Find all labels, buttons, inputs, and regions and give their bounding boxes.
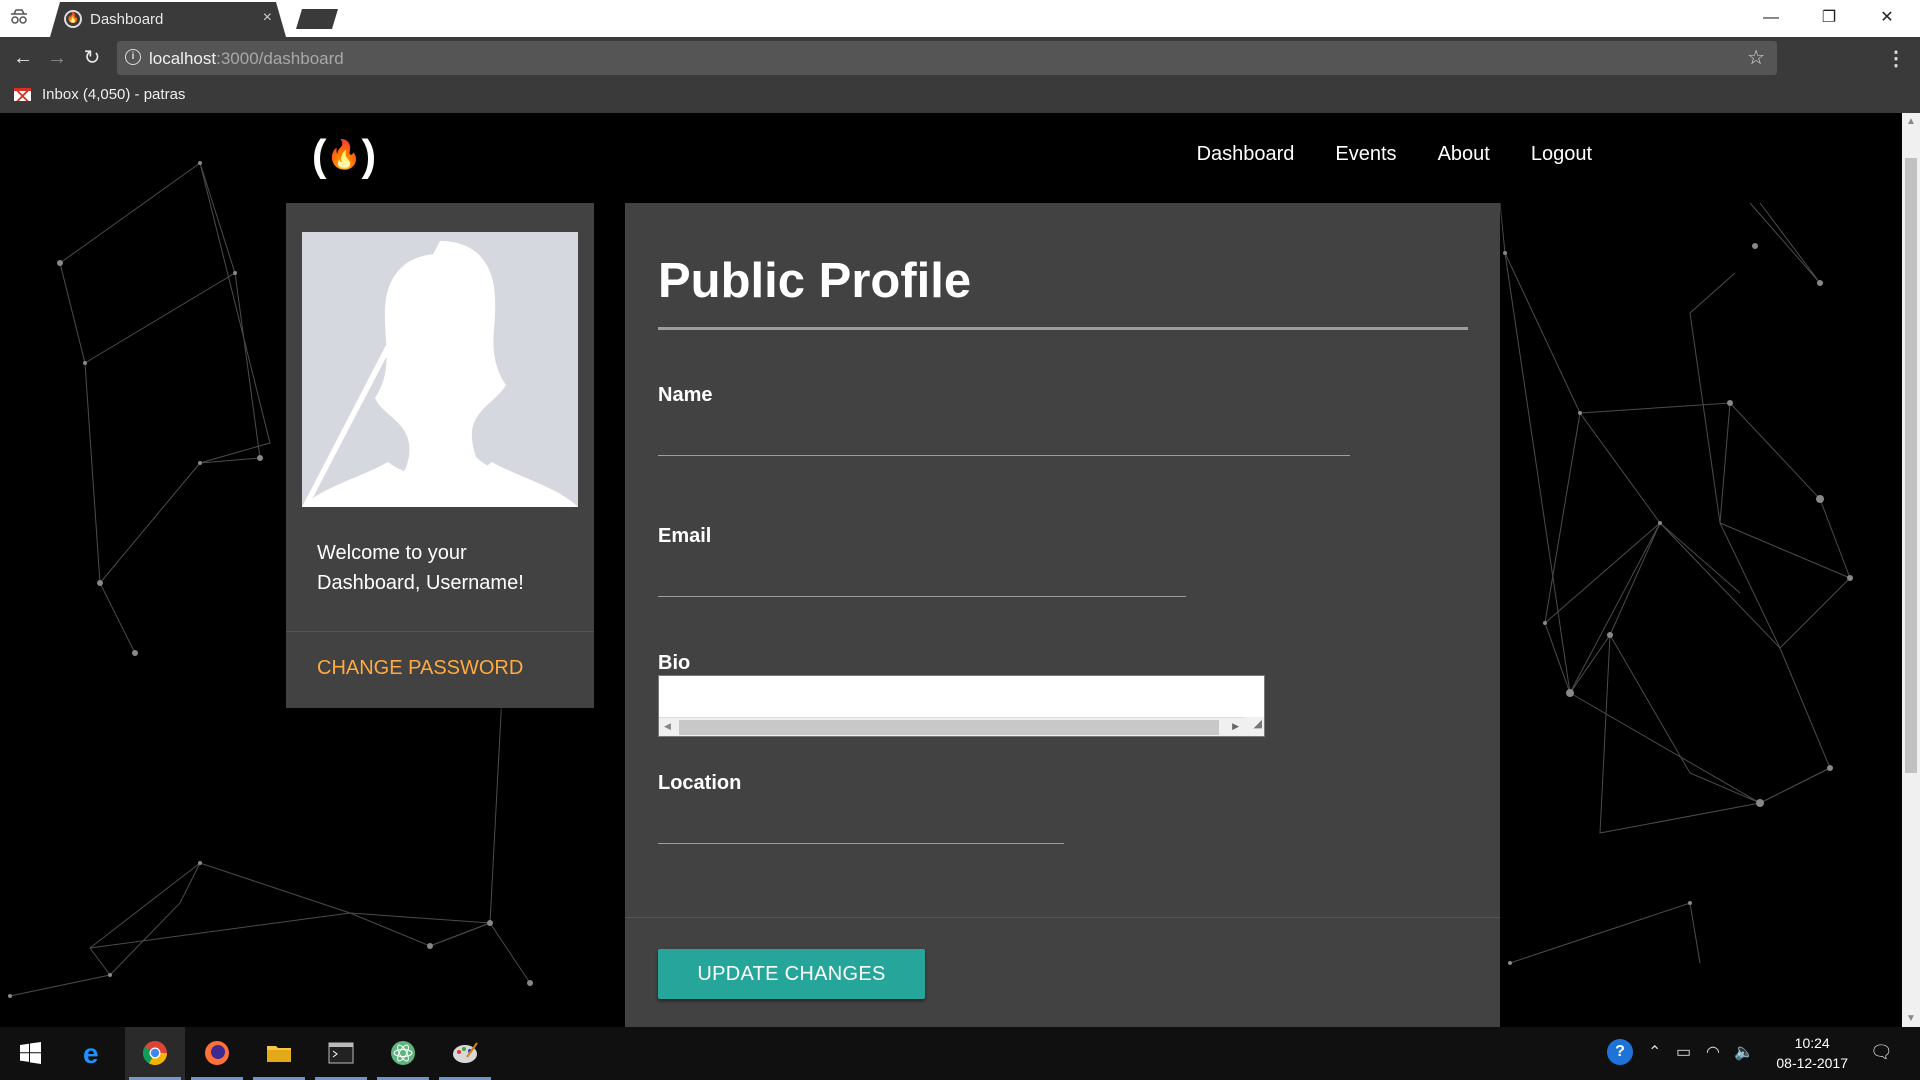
page-scroll-thumb[interactable] — [1905, 158, 1917, 773]
bio-horizontal-scrollbar[interactable]: ◀ ▶ — [659, 717, 1244, 736]
scroll-right-icon[interactable]: ▶ — [1232, 721, 1239, 732]
email-field[interactable] — [658, 561, 1186, 597]
welcome-message: Welcome to your Dashboard, Username! — [317, 542, 524, 594]
page-scrollbar[interactable]: ▲ ▼ — [1902, 113, 1920, 1027]
chevron-up-icon[interactable]: ⌃ — [1648, 1042, 1661, 1062]
close-window-button[interactable]: ✕ — [1864, 4, 1910, 32]
notifications-icon[interactable]: 🗨 — [1870, 1042, 1893, 1063]
svg-text:e: e — [83, 1039, 99, 1067]
atom-icon — [391, 1041, 415, 1065]
clock-time: 10:24 — [1794, 1035, 1830, 1051]
help-icon[interactable]: ? — [1607, 1039, 1633, 1065]
tab-close-icon[interactable]: × — [263, 9, 272, 27]
site-info-icon[interactable]: i — [125, 49, 141, 65]
avatar — [302, 232, 578, 507]
fcc-favicon-icon: 🔥 — [64, 10, 82, 28]
nav-logout[interactable]: Logout — [1531, 143, 1592, 166]
scroll-down-icon[interactable]: ▼ — [1906, 1013, 1916, 1024]
change-password-link[interactable]: CHANGE PASSWORD — [317, 657, 523, 680]
tab-title: Dashboard — [90, 11, 164, 28]
browser-toolbar: ← → ↻ i localhost:3000/dashboard ☆ ⋮ — [0, 37, 1920, 79]
paint-icon — [453, 1042, 478, 1063]
taskbar-paint[interactable] — [435, 1027, 495, 1080]
firefox-icon — [205, 1041, 229, 1065]
browser-menu-icon[interactable]: ⋮ — [1886, 46, 1906, 71]
clock-date: 08-12-2017 — [1776, 1055, 1848, 1071]
bio-label: Bio — [658, 652, 691, 674]
nav-dashboard[interactable]: Dashboard — [1197, 143, 1295, 166]
gmail-icon[interactable] — [14, 88, 31, 101]
name-label: Name — [658, 384, 713, 406]
taskbar-terminal[interactable] — [311, 1027, 371, 1080]
page-title: Public Profile — [658, 254, 972, 308]
clock[interactable]: 10:24 08-12-2017 — [1776, 1033, 1848, 1073]
new-tab-button[interactable] — [296, 9, 338, 29]
windows-icon — [20, 1042, 41, 1064]
update-changes-button[interactable]: UPDATE CHANGES — [658, 949, 925, 999]
profile-side-card: Welcome to your Dashboard, Username! CHA… — [286, 203, 594, 708]
browser-tab-dashboard[interactable]: 🔥 Dashboard × — [50, 2, 286, 37]
minimize-button[interactable]: — — [1748, 4, 1794, 32]
address-bar[interactable]: i localhost:3000/dashboard ☆ — [117, 41, 1777, 75]
back-icon[interactable]: ← — [10, 45, 36, 71]
volume-icon[interactable]: 🔈 — [1734, 1042, 1754, 1062]
main-nav: Dashboard Events About Logout — [1156, 143, 1592, 166]
flame-icon: 🔥 — [326, 139, 362, 170]
location-label: Location — [658, 772, 742, 794]
email-label: Email — [658, 525, 712, 547]
name-field[interactable] — [658, 420, 1350, 456]
url-text[interactable]: localhost:3000/dashboard — [149, 49, 344, 69]
wifi-icon[interactable]: ◠ — [1706, 1042, 1720, 1062]
resize-grip-icon[interactable]: ◢ — [1244, 717, 1264, 736]
bookmark-inbox[interactable]: Inbox (4,050) - patras — [42, 86, 185, 103]
restore-button[interactable]: ❐ — [1806, 4, 1852, 32]
divider — [286, 631, 594, 632]
scroll-thumb[interactable] — [679, 720, 1219, 735]
taskbar-chrome[interactable] — [125, 1027, 185, 1080]
page-viewport: (🔥) Dashboard Events About Logout Welcom… — [0, 113, 1902, 1027]
battery-icon[interactable]: ▭ — [1676, 1042, 1691, 1062]
bookmarks-bar: Inbox (4,050) - patras — [0, 79, 1920, 113]
browser-tab-bar: 🔥 Dashboard × — ❐ ✕ — [0, 0, 1920, 37]
reload-icon[interactable]: ↻ — [79, 45, 105, 71]
taskbar-firefox[interactable] — [187, 1027, 247, 1080]
card-footer-divider — [625, 917, 1500, 918]
terminal-icon — [328, 1042, 354, 1064]
freecodecamp-logo[interactable]: (🔥) — [310, 131, 378, 181]
nav-events[interactable]: Events — [1335, 143, 1396, 166]
taskbar-edge[interactable]: e — [63, 1027, 123, 1080]
title-divider — [658, 327, 1468, 330]
taskbar-file-explorer[interactable] — [249, 1027, 309, 1080]
start-button[interactable] — [0, 1027, 60, 1080]
public-profile-card: Public Profile Name Email Bio ◀ ▶ ◢ Loca… — [625, 203, 1500, 1027]
taskbar-atom[interactable] — [373, 1027, 433, 1080]
scroll-left-icon[interactable]: ◀ — [664, 721, 671, 732]
nav-about[interactable]: About — [1438, 143, 1490, 166]
location-field[interactable] — [658, 808, 1064, 844]
scroll-up-icon[interactable]: ▲ — [1906, 116, 1916, 127]
edge-icon: e — [83, 1039, 99, 1067]
chrome-icon — [142, 1041, 167, 1066]
folder-icon — [267, 1046, 291, 1062]
bookmark-star-icon[interactable]: ☆ — [1747, 45, 1765, 70]
windows-taskbar: e ? ⌃ ▭ ◠ 🔈 10:24 08-12-2017 🗨 — [0, 1027, 1920, 1080]
forward-icon[interactable]: → — [44, 45, 70, 71]
profile-icon[interactable] — [8, 8, 32, 28]
